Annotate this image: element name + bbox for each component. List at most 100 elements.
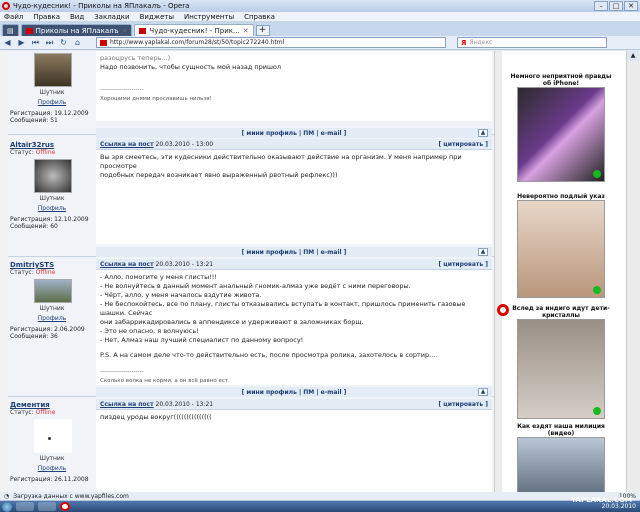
menu-item-tools[interactable]: Инструменты [184, 13, 234, 21]
page-content: Шутник Профиль Регистрация: 19.12.2009 С… [0, 51, 640, 492]
post-permalink[interactable]: Ссылка на пост [100, 261, 154, 268]
start-button-icon[interactable] [2, 501, 12, 512]
ad-title[interactable]: Вслед за индиго идут дети-кристаллы [510, 305, 612, 319]
ad-image[interactable] [517, 437, 605, 492]
post-permalink[interactable]: Ссылка на пост [100, 141, 154, 148]
ad-item[interactable]: Немного неприятной правды об iPhone! [510, 73, 612, 182]
minimize-button[interactable]: – [594, 1, 608, 11]
post-user-panel: Шутник Профиль Регистрация: 19.12.2009 С… [10, 51, 94, 124]
post-header: Ссылка на пост 20.03.2010 - 13:21 [ цити… [96, 259, 492, 270]
site-favicon-icon [100, 39, 107, 46]
ad-image[interactable] [517, 200, 605, 298]
message-count: Сообщений: 60 [10, 223, 58, 230]
post-footer-links: [ мини профиль | ПМ | e-mail ] ▲ [96, 387, 492, 397]
menu-item-help[interactable]: Справка [244, 13, 275, 21]
windows-taskbar: 20.03.2010 [0, 501, 640, 512]
taskbar-explorer-button[interactable] [16, 502, 34, 511]
user-status: Статус: Offline [10, 149, 56, 156]
profile-link[interactable]: Профиль [10, 315, 94, 322]
taskbar-opera-button[interactable] [60, 502, 70, 511]
post-username[interactable]: Altair32rus [10, 141, 94, 149]
post-username[interactable]: Дементия [10, 401, 94, 409]
forum-post: Altair32rus Статус: Offline Шутник Профи… [8, 139, 494, 257]
post-signature: Сколько волка не корми, а он всё равно е… [100, 378, 230, 384]
ad-title[interactable]: Как ездят наша милиция (видео) [510, 423, 612, 437]
scroll-up-icon[interactable]: ▲ [478, 248, 488, 256]
rewind-icon[interactable]: ⏮ [30, 37, 41, 48]
online-dot-icon [593, 286, 601, 294]
forward-icon[interactable]: ▶ [16, 37, 27, 48]
user-rank: Шутник [39, 195, 65, 202]
tab-panel-toggle[interactable]: ▤ [2, 24, 19, 36]
menu-item-edit[interactable]: Правка [33, 13, 60, 21]
search-box[interactable]: Я Яндекс [457, 37, 607, 48]
quote-button[interactable]: [ цитировать ] [438, 401, 488, 408]
scroll-up-arrow-icon[interactable]: ▲ [627, 51, 639, 61]
menu-bar: Файл Правка Вид Закладки Виджеты Инструм… [0, 12, 640, 22]
ad-title[interactable]: Невероятно подлый указ [510, 193, 612, 200]
post-footer-links: [ мини профиль | ПМ | e-mail ] ▲ [96, 247, 492, 257]
tab-label: Чудо-кудесник! - Прик... [149, 26, 240, 35]
registration-date: Регистрация: 19.12.2009 [10, 110, 89, 117]
forum-scrollbar[interactable] [494, 51, 502, 492]
home-icon[interactable]: ⌂ [72, 37, 83, 48]
window-controls: – □ ✕ [594, 1, 638, 11]
online-dot-icon [593, 170, 601, 178]
scroll-up-icon[interactable]: ▲ [478, 129, 488, 137]
reload-icon[interactable]: ↻ [58, 37, 69, 48]
taskbar-media-button[interactable] [38, 502, 56, 511]
post-username[interactable]: DmitriySTS [10, 261, 94, 269]
post-body: Ссылка на пост 20.03.2010 - 13:21 [ цити… [96, 259, 492, 385]
post-text: разоцрусь теперь...) Надо позвонить, что… [96, 51, 492, 107]
close-button[interactable]: ✕ [624, 1, 638, 11]
browser-status-bar: ◔ Загрузка данных с www.yapfiles.com 100… [0, 492, 640, 501]
page-scrollbar[interactable]: ▲ [626, 51, 640, 492]
avatar [34, 279, 72, 303]
registration-date: Регистрация: 26.11.2008 [10, 476, 89, 483]
tab-label: Приколы на ЯПлакалъ [35, 26, 119, 35]
tab-current-topic[interactable]: Чудо-кудесник! - Прик... ✕ [134, 24, 254, 36]
menu-item-widgets[interactable]: Виджеты [140, 13, 174, 21]
post-footer-text[interactable]: [ мини профиль | ПМ | e-mail ] [242, 389, 347, 396]
post-permalink[interactable]: Ссылка на пост [100, 401, 154, 408]
avatar [34, 419, 72, 453]
menu-item-bookmarks[interactable]: Закладки [94, 13, 129, 21]
address-bar[interactable]: http://www.yaplakal.com/forum28/st/50/to… [96, 37, 446, 48]
menu-item-file[interactable]: Файл [4, 13, 23, 21]
profile-link[interactable]: Профиль [10, 205, 94, 212]
fast-forward-icon[interactable]: ⏭ [44, 37, 55, 48]
profile-link[interactable]: Профиль [10, 465, 94, 472]
post-footer-text[interactable]: [ мини профиль | ПМ | e-mail ] [242, 249, 347, 256]
post-footer-text[interactable]: [ мини профиль | ПМ | e-mail ] [242, 130, 347, 137]
left-gutter [0, 51, 8, 492]
ad-item[interactable]: Невероятно подлый указ [510, 193, 612, 298]
site-favicon-icon [25, 27, 33, 34]
new-tab-button[interactable]: + [255, 25, 270, 36]
ad-image[interactable] [517, 87, 605, 182]
tab-close-icon[interactable]: ✕ [243, 27, 249, 35]
tab-bar: ▤ Приколы на ЯПлакалъ ✕ Чудо-кудесник! -… [0, 22, 640, 36]
quote-button[interactable]: [ цитировать ] [438, 141, 488, 148]
ad-sidebar: Немного неприятной правды об iPhone! Нев… [502, 51, 618, 492]
user-rank: Шутник [39, 89, 65, 96]
window-titlebar: Чудо-кудесник! - Приколы на ЯПлакалъ - O… [0, 0, 640, 12]
menu-item-view[interactable]: Вид [70, 13, 84, 21]
ad-item[interactable]: Как ездят наша милиция (видео) [510, 423, 612, 492]
registration-date: Регистрация: 2.06.2009 [10, 326, 85, 333]
scroll-up-icon[interactable]: ▲ [478, 388, 488, 396]
tab-close-icon[interactable]: ✕ [122, 27, 128, 35]
profile-link[interactable]: Профиль [10, 99, 94, 106]
user-rank: Шутник [39, 455, 65, 462]
opera-speed-icon[interactable] [497, 304, 509, 316]
post-date: 20.03.2010 - 13:21 [155, 400, 214, 408]
avatar [34, 159, 72, 193]
tab-yaplakal-humor[interactable]: Приколы на ЯПлакалъ ✕ [20, 24, 133, 36]
ad-title[interactable]: Немного неприятной правды об iPhone! [510, 73, 612, 87]
maximize-button[interactable]: □ [609, 1, 623, 11]
ad-item[interactable]: Вслед за индиго идут дети-кристаллы [510, 305, 612, 419]
search-placeholder: Яндекс [469, 39, 493, 46]
ad-image[interactable] [517, 319, 605, 419]
back-icon[interactable]: ◀ [2, 37, 13, 48]
quote-button[interactable]: [ цитировать ] [438, 261, 488, 268]
message-count: Сообщений: 36 [10, 333, 58, 340]
